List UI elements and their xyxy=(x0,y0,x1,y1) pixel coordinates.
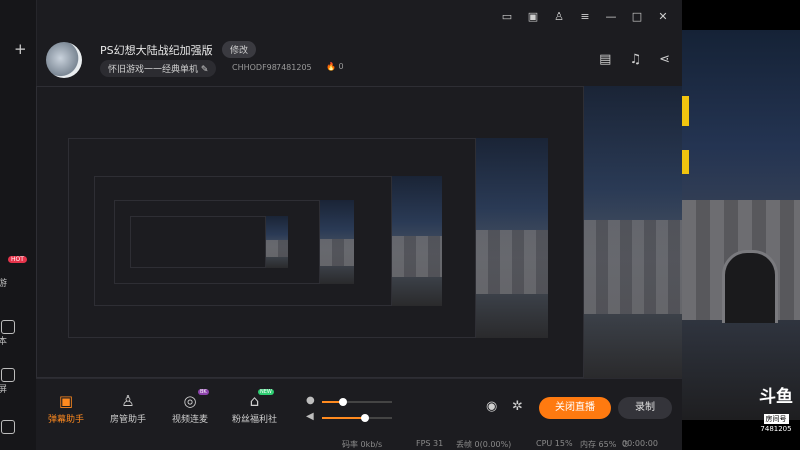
window-icon xyxy=(1,420,15,434)
dropped-frames-text: 丢帧 0(0.00%) xyxy=(456,440,512,449)
castle-arch xyxy=(722,250,778,323)
minimize-icon[interactable]: — xyxy=(604,10,618,23)
fps-text: FPS 31 xyxy=(416,439,444,448)
menu-icon[interactable]: ≡ xyxy=(578,10,592,23)
layout-icon[interactable]: ▤ xyxy=(599,52,611,67)
category-selector[interactable]: 怀旧游戏一一经典单机 ✎ xyxy=(100,60,217,77)
room-id: 7481205 xyxy=(276,63,312,72)
edit-button[interactable]: 修改 xyxy=(222,41,257,58)
mic-volume-knob[interactable] xyxy=(339,398,347,406)
fire-icon: 🔥 xyxy=(326,62,336,71)
share-icon[interactable]: ⋖ xyxy=(659,52,670,67)
preview-scene xyxy=(266,216,288,268)
yellow-marker xyxy=(682,96,689,126)
preview-scene xyxy=(320,200,354,284)
tool-tag: BK xyxy=(198,389,209,395)
stream-output-preview xyxy=(682,0,800,450)
memory-text: 内存 65% xyxy=(580,440,617,449)
streaming-app-window: + HOT 游 本 屏 ▭ ▣ ♙ ≡ — □ ✕ PS幻想大陆战纪加强版 修改… xyxy=(0,0,682,450)
danmaku-icon: ▣ xyxy=(58,392,74,410)
tool-label: 视频连麦 xyxy=(172,415,209,425)
add-button[interactable]: + xyxy=(14,40,27,58)
hot-badge: HOT xyxy=(8,256,27,263)
timer-value: 00:00:00 xyxy=(622,439,658,448)
room-label: 房间号 xyxy=(763,414,789,424)
sidebar-item-screen[interactable]: 屏 xyxy=(0,368,36,395)
tool-admin[interactable]: ♙ 房管助手 xyxy=(110,393,146,425)
douyu-logo: 斗鱼 xyxy=(759,387,793,407)
screenshot-icon[interactable]: ▣ xyxy=(526,10,540,23)
microphone-icon: ● xyxy=(306,395,315,406)
pencil-icon: ✎ xyxy=(200,65,209,75)
preview-scene xyxy=(392,176,442,306)
maximize-icon[interactable]: □ xyxy=(630,10,644,23)
douyu-watermark: 斗鱼 房间号 7481205 xyxy=(756,388,796,433)
gear-icon[interactable]: ✲ xyxy=(512,399,523,414)
shirt-icon[interactable]: ♙ xyxy=(552,10,566,23)
speaker-icon: ◀ xyxy=(306,411,314,422)
speaker-volume-slider[interactable] xyxy=(322,414,392,422)
tool-label: 粉丝福利社 xyxy=(232,415,278,425)
record-button[interactable]: 录制 xyxy=(618,397,672,419)
speaker-volume-knob[interactable] xyxy=(361,414,370,422)
bell-icon[interactable]: ♫ xyxy=(629,52,641,67)
monitor-icon[interactable]: ▭ xyxy=(500,10,514,23)
preview-frame xyxy=(130,216,266,268)
admin-icon: ♙ xyxy=(121,392,135,410)
fire-count: 🔥 0 xyxy=(326,62,344,71)
close-icon[interactable]: ✕ xyxy=(656,10,670,23)
bitrate-text: 码率 0kb/s xyxy=(342,440,383,449)
eye-icon[interactable]: ◉ xyxy=(486,399,497,414)
tool-video-call[interactable]: BK ◎ 视频连麦 xyxy=(172,389,209,425)
tool-label: 弹幕助手 xyxy=(48,415,85,425)
fire-count-value: 0 xyxy=(338,62,344,71)
sidebar-item-text[interactable]: 本 xyxy=(0,320,36,347)
tool-danmaku[interactable]: ▣ 弹幕助手 xyxy=(48,393,84,425)
tool-label: 房管助手 xyxy=(110,415,147,425)
title-bar: ▭ ▣ ♙ ≡ — □ ✕ xyxy=(36,0,682,36)
close-live-button[interactable]: 关闭直播 xyxy=(539,397,611,419)
stream-preview xyxy=(36,86,682,378)
gift-icon: ⌂ xyxy=(249,392,260,410)
sidebar-item-other[interactable] xyxy=(0,420,36,436)
text-icon xyxy=(1,320,15,334)
avatar[interactable] xyxy=(46,42,82,78)
tool-tag: NEW xyxy=(258,389,274,395)
status-bar: 码率 0kb/s FPS 31 丢帧 0(0.00%) CPU 15% 内存 6… xyxy=(36,439,682,450)
preview-scene xyxy=(476,138,548,338)
sidebar-item-label: 本 xyxy=(0,337,8,347)
room-title: PS幻想大陆战纪加强版 xyxy=(100,44,213,57)
bottom-toolbar: ▣ 弹幕助手 ♙ 房管助手 BK ◎ 视频连麦 NEW ⌂ 粉丝福利社 ● ◀ … xyxy=(36,378,682,450)
preview-scene xyxy=(584,86,682,378)
left-sidebar: + HOT 游 本 屏 xyxy=(0,0,37,450)
speaker-volume-fill xyxy=(322,417,366,419)
cpu-text: CPU 15% xyxy=(536,439,573,448)
category-label: 怀旧游戏一一经典单机 xyxy=(108,65,199,75)
room-code: CHHODF98 xyxy=(232,63,277,72)
tool-fans-gift[interactable]: NEW ⌂ 粉丝福利社 xyxy=(232,389,278,425)
room-header: PS幻想大陆战纪加强版 修改 怀旧游戏一一经典单机 ✎ CHHODF98 748… xyxy=(36,38,682,84)
room-number: 7481205 xyxy=(760,425,792,433)
sidebar-item-label: 游 xyxy=(0,279,8,289)
screen-icon xyxy=(1,368,15,382)
sidebar-item-label: 屏 xyxy=(0,385,8,395)
mic-volume-slider[interactable] xyxy=(322,398,392,406)
yellow-marker xyxy=(682,150,689,174)
video-call-icon: ◎ xyxy=(183,392,197,410)
